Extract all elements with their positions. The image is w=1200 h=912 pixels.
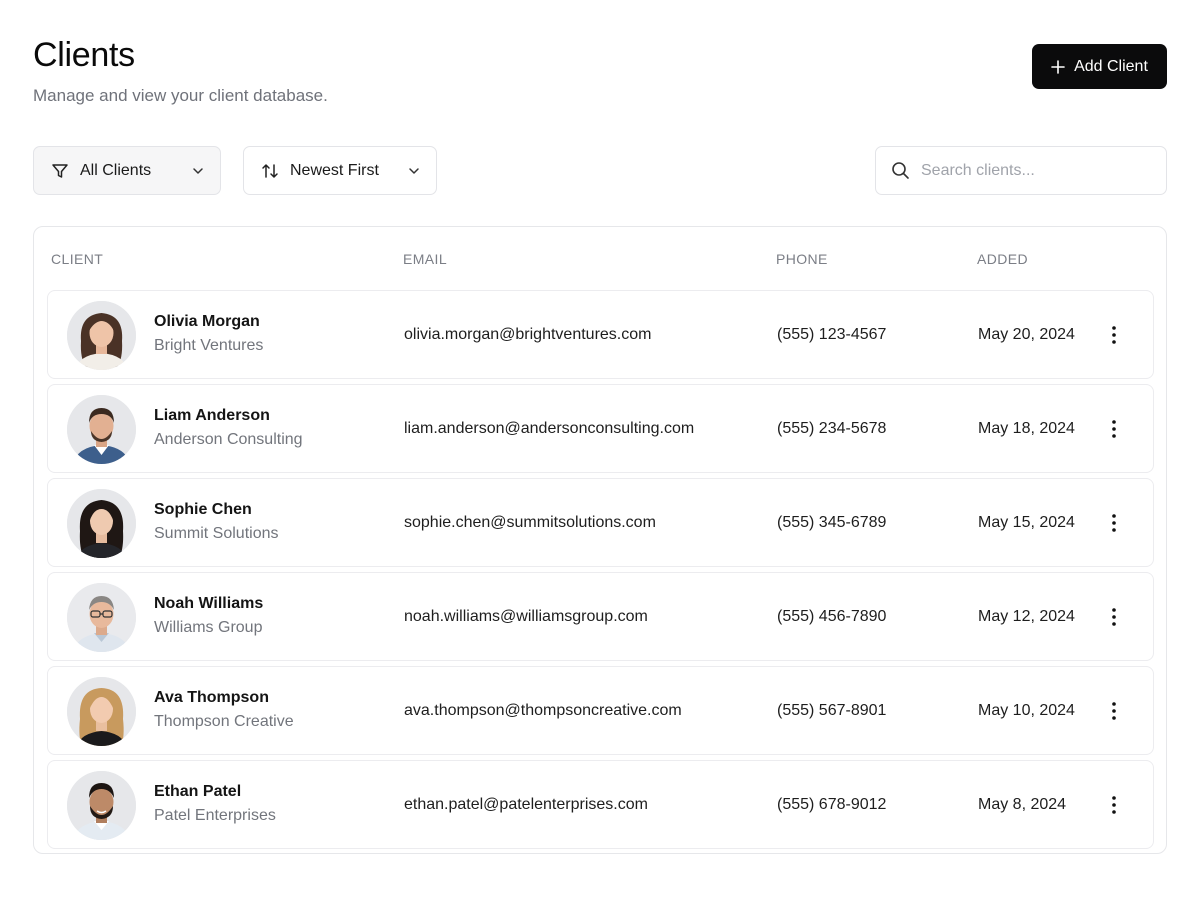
client-phone: (555) 234-5678 — [777, 420, 887, 437]
table-row[interactable]: Sophie Chen Summit Solutions sophie.chen… — [47, 478, 1154, 567]
column-header-phone: PHONE — [776, 251, 828, 267]
search-icon — [890, 161, 910, 181]
client-added-date: May 8, 2024 — [978, 796, 1067, 813]
client-company: Anderson Consulting — [154, 431, 303, 448]
avatar — [67, 489, 136, 558]
clients-page: Clients Manage and view your client data… — [0, 0, 1200, 912]
client-name: Ava Thompson — [154, 689, 269, 706]
client-filter-dropdown[interactable]: All Clients — [33, 146, 221, 195]
table-body: Olivia Morgan Bright Ventures olivia.mor… — [47, 290, 1154, 854]
client-name: Noah Williams — [154, 595, 264, 612]
search-box — [875, 146, 1167, 195]
page-title: Clients — [33, 36, 135, 74]
table-header: CLIENT EMAIL PHONE ADDED — [34, 227, 1166, 291]
table-row[interactable]: Olivia Morgan Bright Ventures olivia.mor… — [47, 290, 1154, 379]
column-header-added: ADDED — [977, 251, 1029, 267]
client-phone: (555) 567-8901 — [777, 702, 887, 719]
plus-icon — [1051, 59, 1065, 74]
client-added-date: May 10, 2024 — [978, 702, 1075, 719]
avatar — [67, 583, 136, 652]
column-header-email: EMAIL — [403, 251, 448, 267]
add-client-label: Add Client — [1074, 57, 1148, 75]
table-row[interactable]: Noah Williams Williams Group noah.willia… — [47, 572, 1154, 661]
client-phone: (555) 345-6789 — [777, 514, 887, 531]
client-company: Thompson Creative — [154, 713, 294, 730]
filter-label: All Clients — [80, 161, 152, 179]
more-options-icon[interactable] — [1100, 697, 1128, 725]
search-input[interactable] — [921, 161, 1152, 180]
client-email: noah.williams@williamsgroup.com — [404, 608, 648, 625]
client-email: liam.anderson@andersonconsulting.com — [404, 420, 695, 437]
column-header-client: CLIENT — [51, 251, 104, 267]
sort-label: Newest First — [290, 161, 379, 179]
filter-icon — [50, 161, 70, 181]
client-name: Olivia Morgan — [154, 313, 260, 330]
client-name: Sophie Chen — [154, 501, 252, 518]
client-phone: (555) 456-7890 — [777, 608, 887, 625]
client-added-date: May 12, 2024 — [978, 608, 1075, 625]
page-subtitle: Manage and view your client database. — [33, 86, 328, 105]
chevron-down-icon — [190, 163, 206, 179]
add-client-button[interactable]: Add Client — [1032, 44, 1167, 89]
client-added-date: May 18, 2024 — [978, 420, 1075, 437]
chevron-down-icon — [406, 163, 422, 179]
client-name: Ethan Patel — [154, 783, 242, 800]
table-row[interactable]: Liam Anderson Anderson Consulting liam.a… — [47, 384, 1154, 473]
client-email: olivia.morgan@brightventures.com — [404, 326, 652, 343]
client-company: Summit Solutions — [154, 525, 279, 542]
sort-dropdown[interactable]: Newest First — [243, 146, 437, 195]
client-company: Williams Group — [154, 619, 263, 636]
sort-arrows-icon — [260, 161, 280, 181]
client-company: Patel Enterprises — [154, 807, 276, 824]
more-options-icon[interactable] — [1100, 321, 1128, 349]
client-email: ava.thompson@thompsoncreative.com — [404, 702, 682, 719]
clients-table: CLIENT EMAIL PHONE ADDED Olivia Morgan B… — [33, 226, 1167, 854]
client-phone: (555) 678-9012 — [777, 796, 887, 813]
client-email: ethan.patel@patelenterprises.com — [404, 796, 648, 813]
client-name: Liam Anderson — [154, 407, 270, 424]
client-added-date: May 15, 2024 — [978, 514, 1075, 531]
page-header: Clients Manage and view your client data… — [33, 34, 328, 107]
client-added-date: May 20, 2024 — [978, 326, 1075, 343]
avatar — [67, 395, 136, 464]
avatar — [67, 771, 136, 840]
client-phone: (555) 123-4567 — [777, 326, 887, 343]
more-options-icon[interactable] — [1100, 603, 1128, 631]
client-email: sophie.chen@summitsolutions.com — [404, 514, 656, 531]
avatar — [67, 301, 136, 370]
client-company: Bright Ventures — [154, 337, 264, 354]
more-options-icon[interactable] — [1100, 509, 1128, 537]
more-options-icon[interactable] — [1100, 791, 1128, 819]
more-options-icon[interactable] — [1100, 415, 1128, 443]
table-row[interactable]: Ava Thompson Thompson Creative ava.thomp… — [47, 666, 1154, 755]
avatar — [67, 677, 136, 746]
table-row[interactable]: Ethan Patel Patel Enterprises ethan.pate… — [47, 760, 1154, 849]
